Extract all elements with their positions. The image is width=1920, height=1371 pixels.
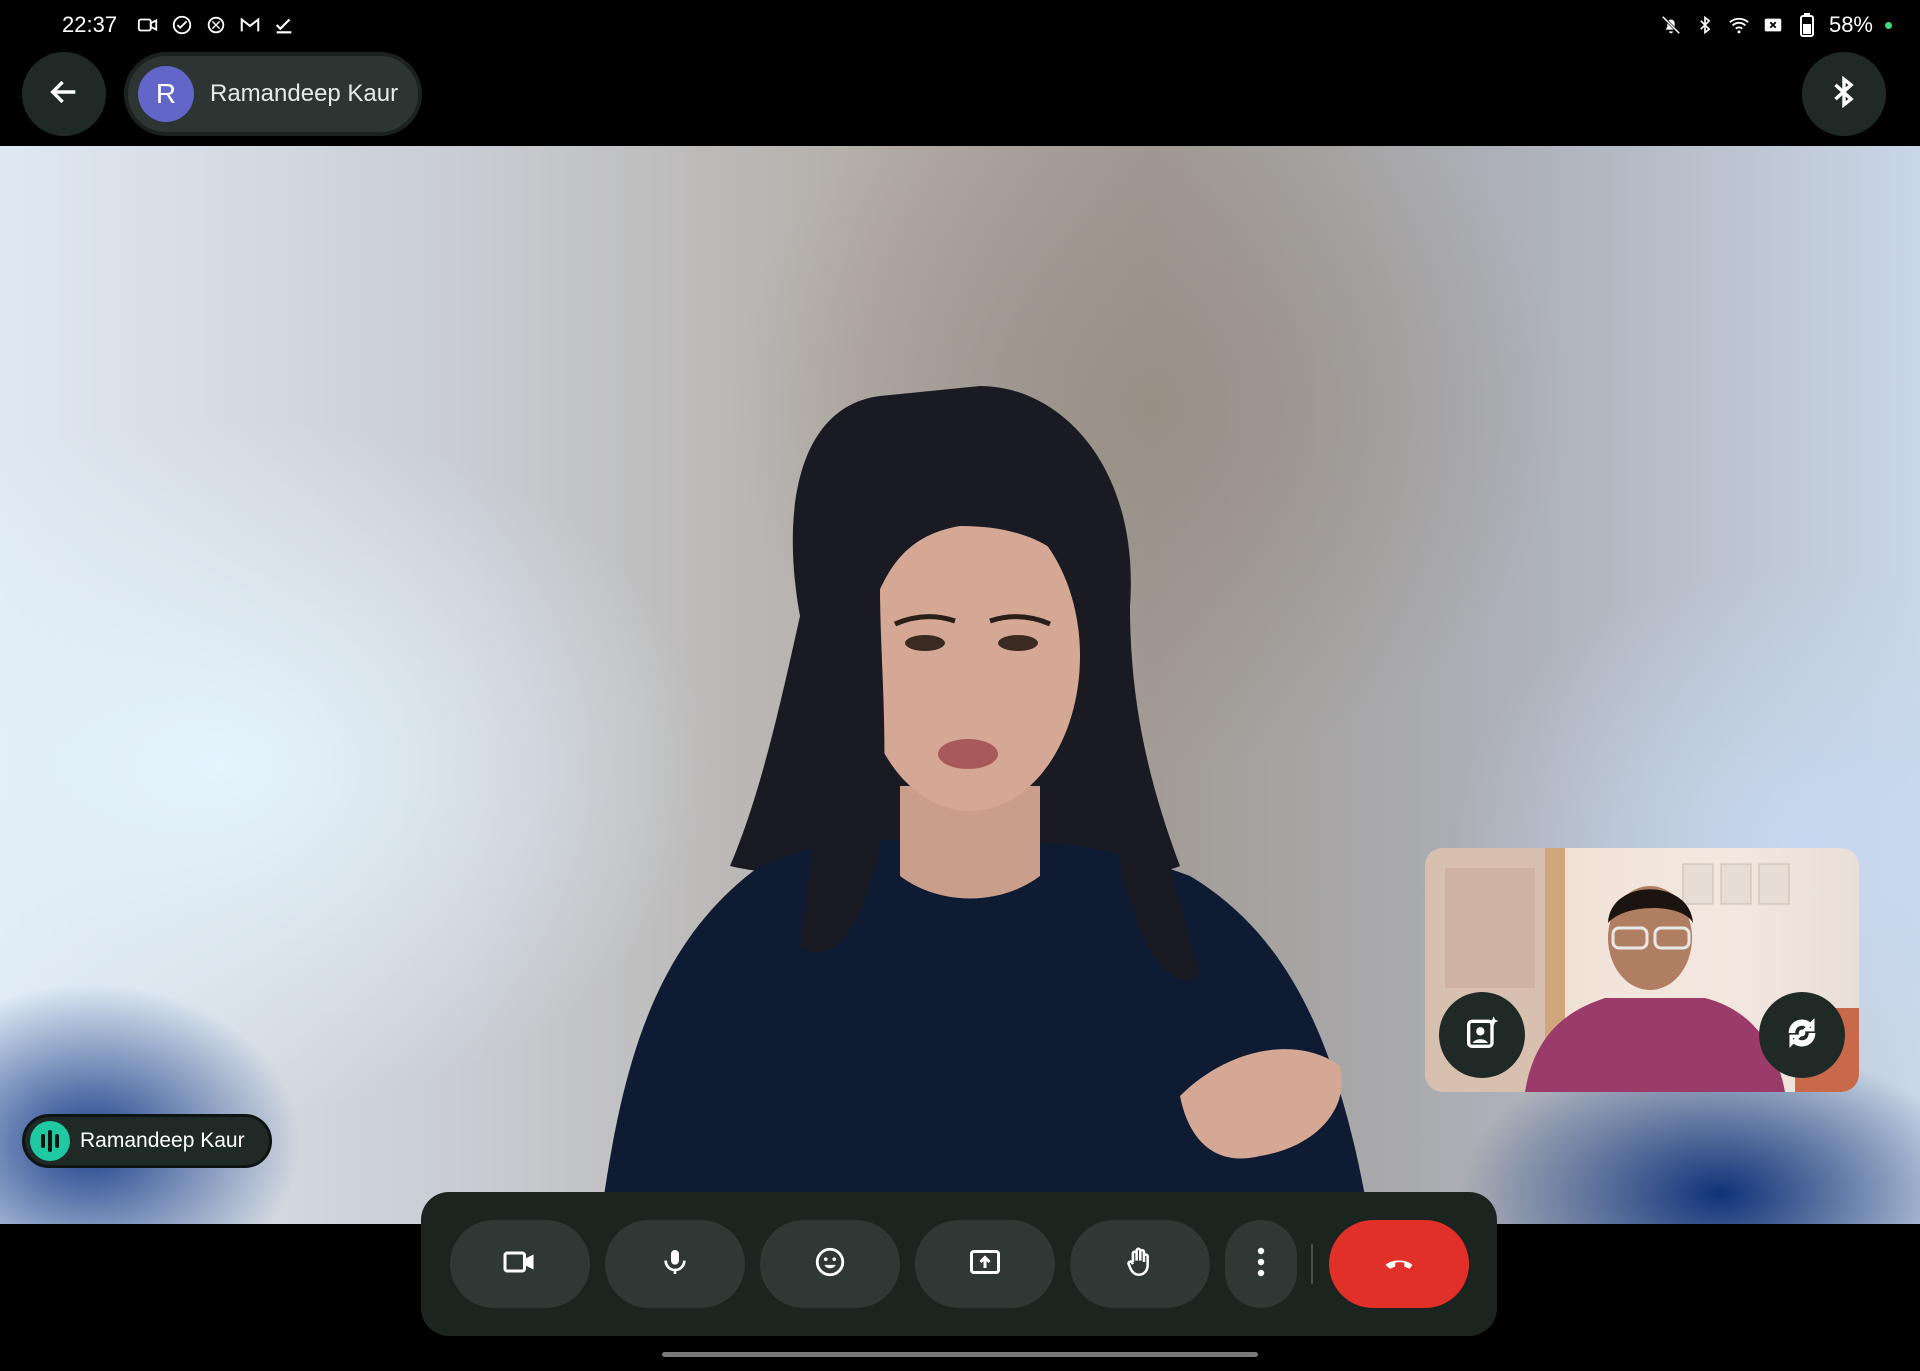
main-video-feed[interactable]: Ramandeep Kaur	[0, 146, 1920, 1224]
present-button[interactable]	[915, 1220, 1055, 1308]
back-button[interactable]	[22, 52, 106, 136]
present-screen-icon	[967, 1244, 1003, 1285]
video-camera-icon	[502, 1244, 538, 1285]
switch-camera-button[interactable]	[1759, 992, 1845, 1078]
openai-icon	[204, 13, 228, 37]
end-call-button[interactable]	[1329, 1220, 1469, 1308]
participant-name: Ramandeep Kaur	[210, 80, 399, 107]
microphone-icon	[659, 1246, 691, 1283]
more-options-button[interactable]	[1225, 1220, 1297, 1308]
bell-off-icon	[1659, 13, 1683, 37]
check-circle-icon	[170, 13, 194, 37]
wifi-icon	[1727, 13, 1751, 37]
bluetooth-icon	[1693, 13, 1717, 37]
home-indicator[interactable]	[662, 1352, 1258, 1357]
emoji-icon	[813, 1245, 847, 1284]
switch-camera-icon	[1782, 1013, 1822, 1058]
notification-icons	[136, 13, 296, 37]
system-icons: 58%	[1659, 12, 1892, 38]
more-vert-icon	[1255, 1244, 1267, 1285]
camera-button[interactable]	[450, 1220, 590, 1308]
speaker-name: Ramandeep Kaur	[80, 1129, 245, 1152]
no-sim-icon	[1761, 13, 1785, 37]
battery-icon	[1795, 13, 1819, 37]
divider	[1311, 1244, 1313, 1284]
self-view-tile[interactable]	[1425, 848, 1859, 1092]
video-call-icon	[136, 13, 160, 37]
status-time: 22:37	[62, 12, 118, 37]
active-speaker-tag: Ramandeep Kaur	[22, 1114, 272, 1168]
microphone-button[interactable]	[605, 1220, 745, 1308]
bluetooth-icon	[1827, 75, 1861, 114]
privacy-dot	[1885, 21, 1892, 29]
arrow-back-icon	[47, 75, 81, 114]
audio-output-button[interactable]	[1802, 52, 1886, 136]
reactions-button[interactable]	[760, 1220, 900, 1308]
avatar: R	[138, 66, 194, 122]
portrait-effects-button[interactable]	[1439, 992, 1525, 1078]
raise-hand-button[interactable]	[1070, 1220, 1210, 1308]
participant-chip[interactable]: R Ramandeep Kaur	[124, 52, 422, 136]
portrait-effects-icon	[1462, 1013, 1502, 1058]
call-controls-bar	[421, 1192, 1497, 1336]
task-done-icon	[272, 13, 296, 37]
hand-icon	[1123, 1245, 1157, 1284]
speaking-indicator-icon	[30, 1121, 70, 1161]
battery-percent: 58%	[1828, 12, 1873, 37]
call-end-icon	[1381, 1244, 1417, 1285]
gmail-icon	[238, 13, 262, 37]
status-bar: 22:37 58%	[0, 0, 1920, 50]
